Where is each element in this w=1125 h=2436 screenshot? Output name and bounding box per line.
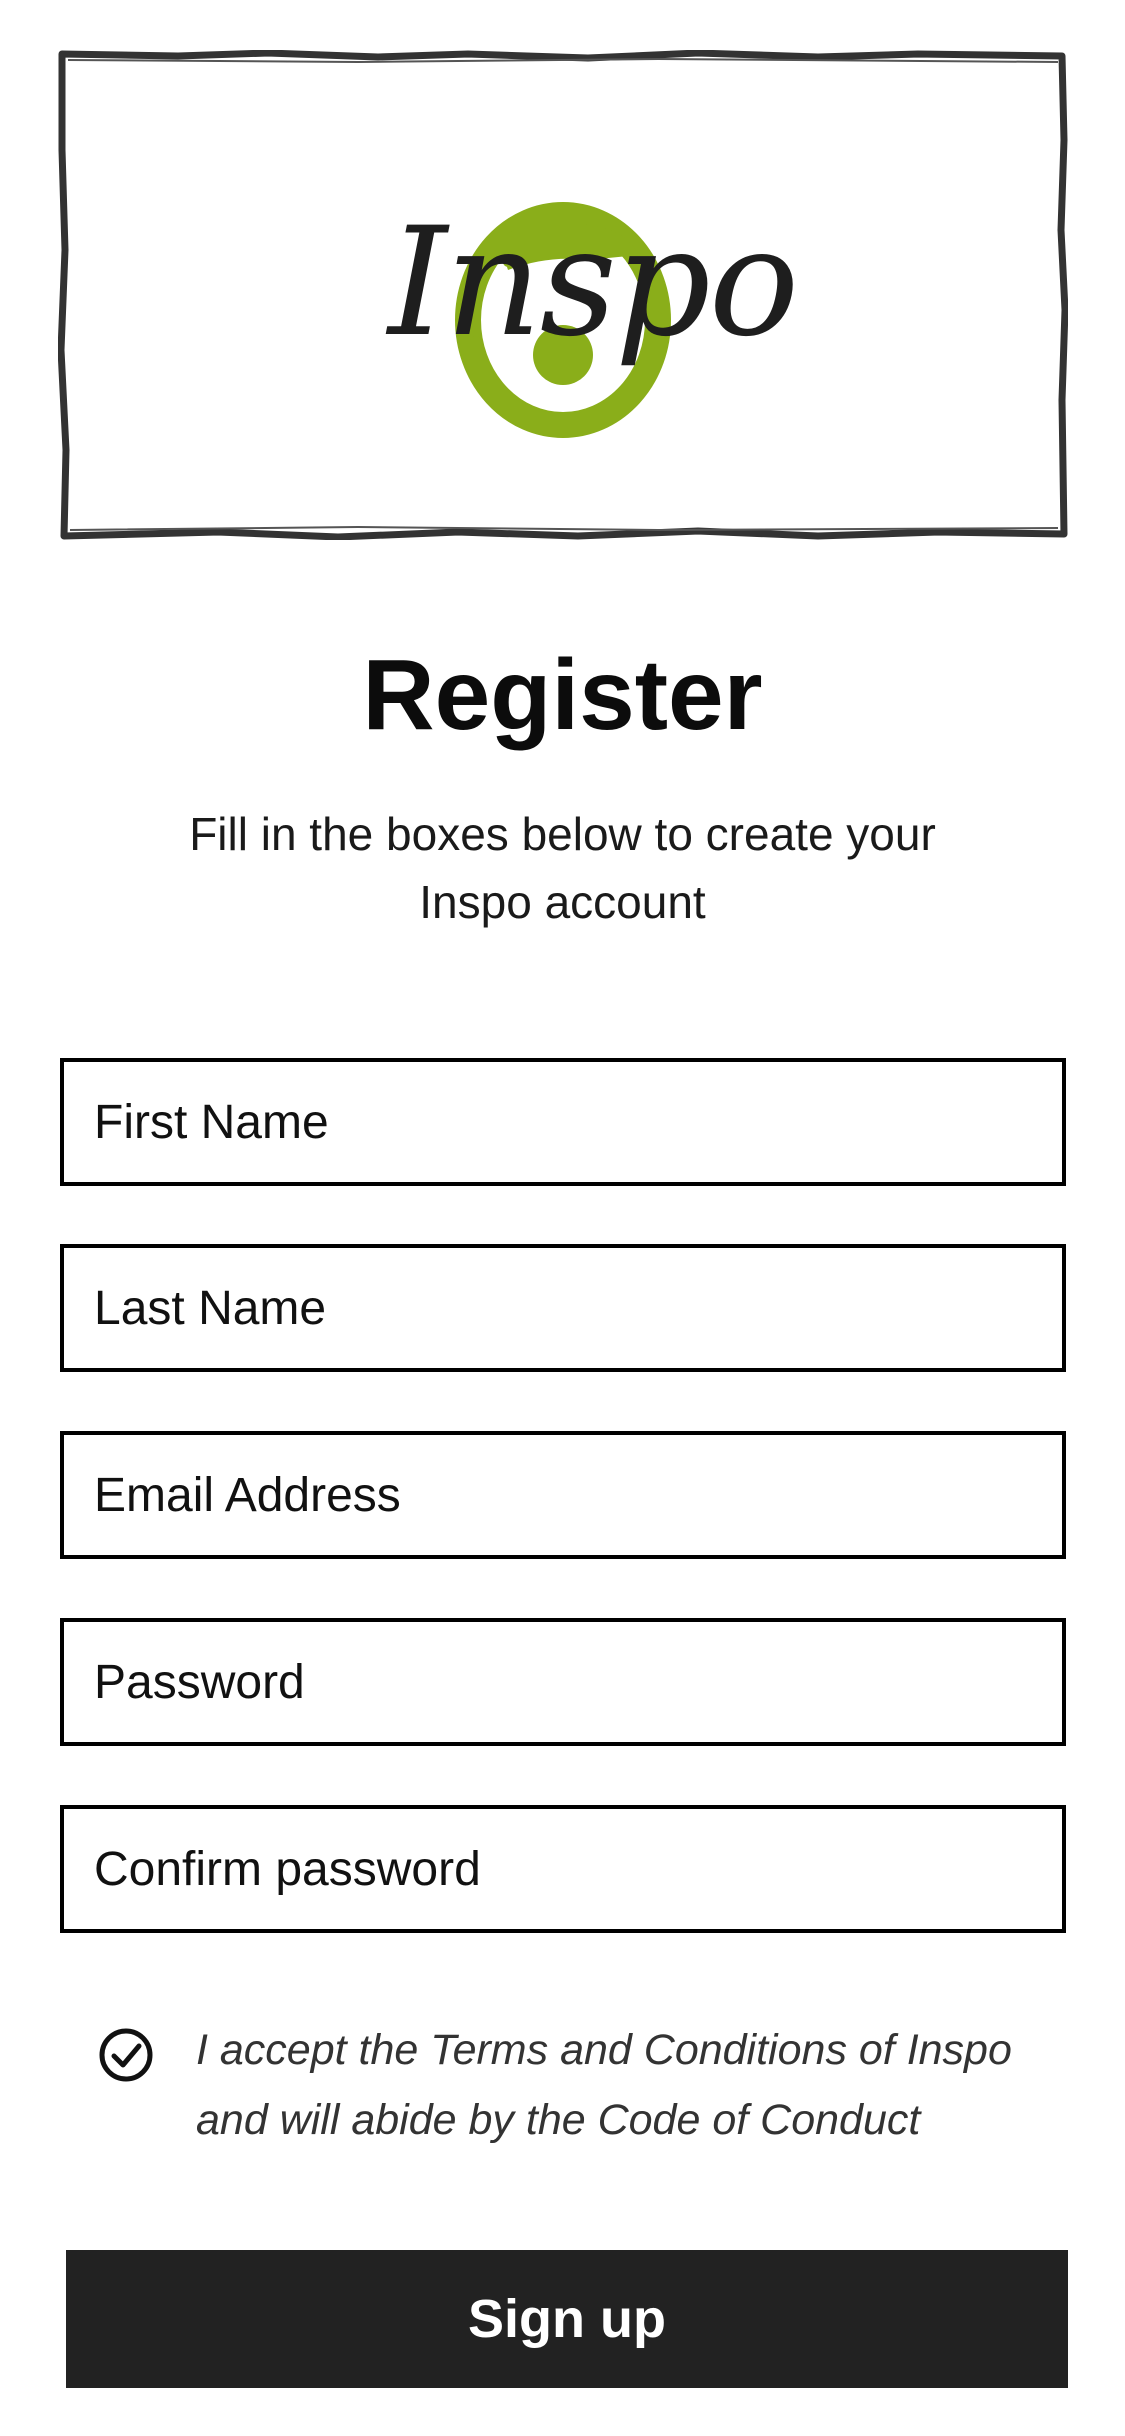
logo-wordmark: Inspo bbox=[388, 196, 799, 370]
page-subtitle: Fill in the boxes below to create your I… bbox=[189, 808, 936, 928]
confirm-password-field[interactable] bbox=[60, 1805, 1066, 1933]
page-title: Register bbox=[362, 639, 763, 751]
first-name-field[interactable] bbox=[60, 1058, 1066, 1186]
signup-button[interactable]: Sign up bbox=[66, 2250, 1068, 2388]
check-circle-icon[interactable] bbox=[98, 2027, 154, 2083]
last-name-field[interactable] bbox=[60, 1244, 1066, 1372]
logo-frame: Inspo bbox=[58, 50, 1068, 540]
email-field[interactable] bbox=[60, 1431, 1066, 1559]
password-field[interactable] bbox=[60, 1618, 1066, 1746]
terms-label: I accept the Terms and Conditions of Ins… bbox=[196, 2026, 1012, 2144]
